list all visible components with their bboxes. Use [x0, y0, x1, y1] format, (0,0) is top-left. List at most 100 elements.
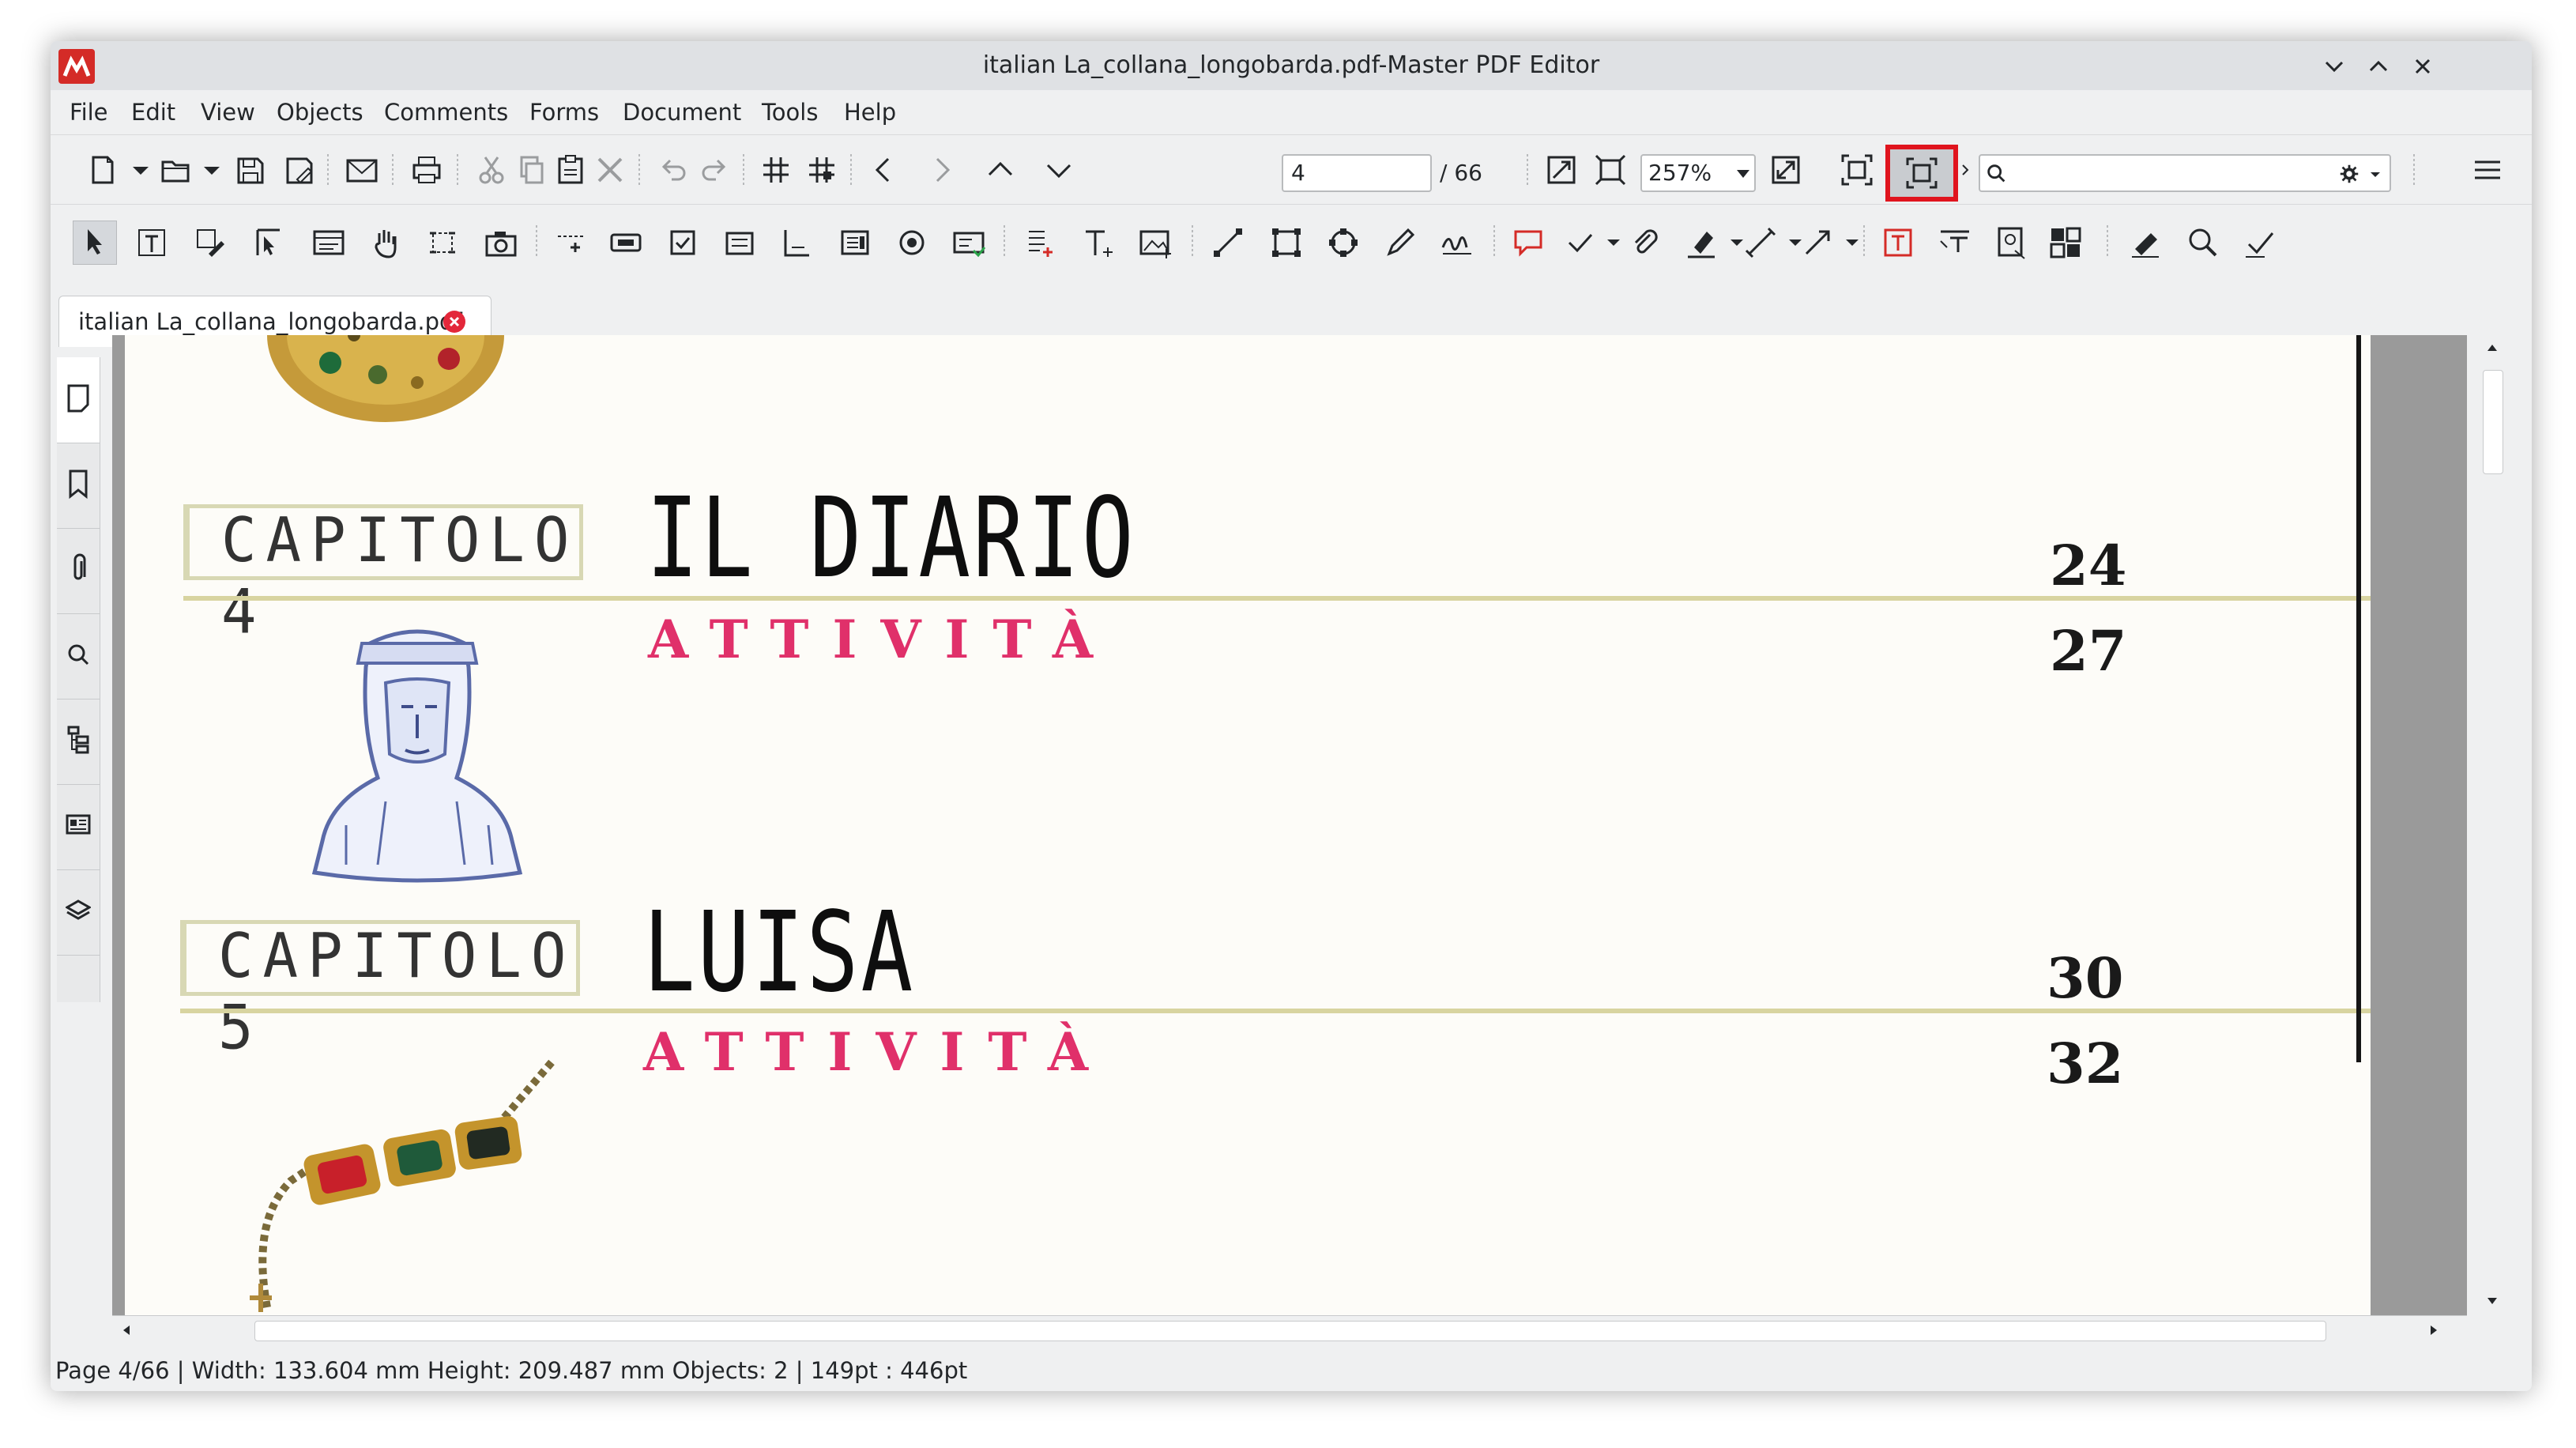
search-input[interactable]: [1979, 154, 2391, 192]
menu-file[interactable]: File: [70, 90, 108, 134]
menu-tools[interactable]: Tools: [762, 90, 818, 134]
page-layout-icon[interactable]: [2047, 224, 2085, 262]
text-box-comment-icon[interactable]: [1879, 224, 1917, 262]
signature-field-icon[interactable]: [778, 224, 815, 262]
eraser-icon[interactable]: [2127, 224, 2165, 262]
horizontal-scroll-thumb[interactable]: [254, 1321, 2326, 1341]
actual-size-icon[interactable]: [1542, 151, 1580, 189]
document-view[interactable]: CAPITOLO 4 IL DIARIO ATTIVITÀ 24 27 CAPI…: [112, 335, 2467, 1344]
sidebar-pages-button[interactable]: [57, 357, 100, 443]
text-field-icon[interactable]: [721, 224, 759, 262]
list-box-field-icon[interactable]: [836, 224, 874, 262]
maximize-icon[interactable]: [2366, 54, 2391, 79]
button-field-icon[interactable]: [607, 224, 645, 262]
fit-width-icon[interactable]: [1767, 151, 1805, 189]
sidebar-structure-button[interactable]: [57, 699, 100, 785]
next-page-icon[interactable]: [1040, 151, 1078, 189]
menu-help[interactable]: Help: [844, 90, 896, 134]
add-comment-icon[interactable]: [1509, 224, 1547, 262]
minimize-icon[interactable]: [2322, 54, 2347, 79]
stamp-dropdown-icon[interactable]: [1595, 224, 1620, 262]
measure-line-icon[interactable]: [1742, 224, 1779, 262]
rectangle-tool-icon[interactable]: [1267, 224, 1305, 262]
scroll-up-icon[interactable]: [2483, 338, 2502, 357]
sidebar-signatures-button[interactable]: [57, 784, 100, 870]
new-dropdown-icon[interactable]: [122, 151, 160, 189]
fit-page-icon[interactable]: [1591, 151, 1629, 189]
hamburger-menu-icon[interactable]: [2469, 151, 2506, 189]
page-number-input[interactable]: 4: [1282, 154, 1432, 192]
next-view-icon[interactable]: [923, 151, 961, 189]
combo-box-field-icon[interactable]: [950, 224, 988, 262]
link-tool-icon[interactable]: [552, 224, 589, 262]
sidebar-search-button[interactable]: [57, 613, 100, 699]
arrow-tool-icon[interactable]: [1798, 224, 1836, 262]
stamp-check-icon[interactable]: [1561, 224, 1599, 262]
callout-icon[interactable]: [1936, 224, 1974, 262]
signature-tool-icon[interactable]: [1438, 224, 1476, 262]
print-icon[interactable]: [408, 151, 446, 189]
search-settings-icon[interactable]: [2337, 162, 2361, 186]
snapshot-camera-icon[interactable]: [482, 224, 520, 262]
select-tool-icon[interactable]: [73, 221, 117, 265]
scroll-down-icon[interactable]: [2483, 1292, 2502, 1310]
edit-forms-icon[interactable]: [310, 224, 348, 262]
menu-objects[interactable]: Objects: [277, 90, 363, 134]
sidebar-attachments-button[interactable]: [57, 528, 100, 614]
close-icon[interactable]: [2410, 54, 2435, 79]
hand-tool-icon[interactable]: [367, 224, 405, 262]
save-as-icon[interactable]: [280, 151, 318, 189]
edit-text-icon[interactable]: [191, 224, 229, 262]
scroll-right-icon[interactable]: [2424, 1321, 2443, 1340]
highlighter-dropdown-icon[interactable]: [1718, 224, 1743, 262]
menu-edit[interactable]: Edit: [131, 90, 175, 134]
previous-view-icon[interactable]: [864, 151, 902, 189]
cut-icon[interactable]: [473, 151, 510, 189]
email-icon[interactable]: [343, 151, 381, 189]
checkbox-field-icon[interactable]: [664, 224, 702, 262]
zoom-select[interactable]: 257%: [1640, 154, 1756, 192]
search-page-icon[interactable]: [1993, 224, 2031, 262]
menu-view[interactable]: View: [201, 90, 255, 134]
crop-icon[interactable]: [424, 224, 461, 262]
attach-file-icon[interactable]: [1626, 224, 1664, 262]
vertical-scroll-thumb[interactable]: [2483, 370, 2503, 474]
grid-icon[interactable]: [757, 151, 795, 189]
open-dropdown-icon[interactable]: [193, 151, 231, 189]
add-text-block-icon[interactable]: [1021, 224, 1059, 262]
radio-button-field-icon[interactable]: [893, 224, 931, 262]
sidebar-layers-button[interactable]: [57, 869, 100, 956]
menu-forms[interactable]: Forms: [529, 90, 599, 134]
paste-icon[interactable]: [552, 151, 589, 189]
measure-dropdown-icon[interactable]: [1776, 224, 1802, 262]
vertical-scrollbar[interactable]: [2478, 335, 2506, 1315]
scroll-left-icon[interactable]: [117, 1321, 136, 1340]
highlighter-icon[interactable]: [1683, 224, 1721, 262]
previous-page-icon[interactable]: [981, 151, 1019, 189]
snap-grid-icon[interactable]: [803, 151, 841, 189]
horizontal-scrollbar[interactable]: [112, 1315, 2467, 1344]
copy-icon[interactable]: [512, 151, 550, 189]
arrow-dropdown-icon[interactable]: [1833, 224, 1859, 262]
tab-close-icon[interactable]: [443, 311, 465, 333]
pencil-tool-icon[interactable]: [1381, 224, 1419, 262]
redo-icon[interactable]: [695, 151, 733, 189]
zoom-tool-icon[interactable]: [2184, 224, 2222, 262]
delete-icon[interactable]: [591, 151, 629, 189]
add-image-icon[interactable]: [1136, 224, 1174, 262]
save-icon[interactable]: [231, 151, 269, 189]
zoom-dropdown-icon[interactable]: [1737, 170, 1749, 178]
line-tool-icon[interactable]: [1209, 224, 1247, 262]
sidebar-bookmarks-button[interactable]: [57, 443, 100, 529]
text-select-icon[interactable]: [133, 224, 171, 262]
menu-document[interactable]: Document: [623, 90, 741, 134]
ellipse-tool-icon[interactable]: [1324, 224, 1362, 262]
sign-check-icon[interactable]: [2241, 224, 2279, 262]
menu-comments[interactable]: Comments: [384, 90, 508, 134]
edit-object-icon[interactable]: [250, 224, 288, 262]
search-options-dropdown-icon[interactable]: [2366, 165, 2385, 184]
new-document-icon[interactable]: [84, 151, 122, 189]
undo-icon[interactable]: [654, 151, 692, 189]
open-folder-icon[interactable]: [156, 151, 194, 189]
add-text-icon[interactable]: [1079, 224, 1117, 262]
